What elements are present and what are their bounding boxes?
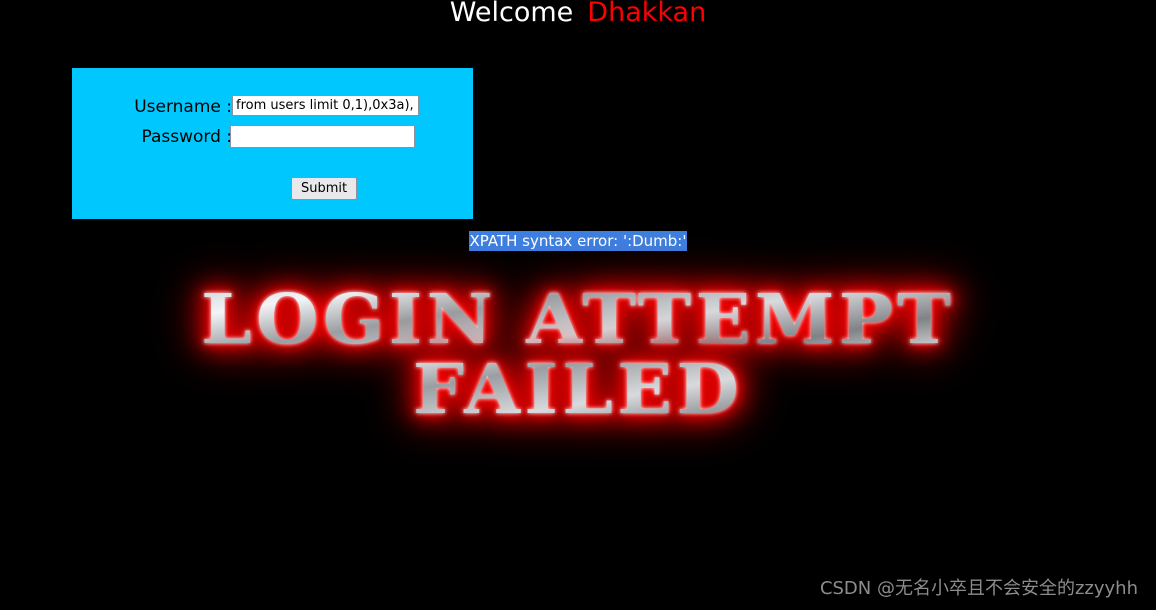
banner-line-1: LOGIN ATTEMPT	[0, 282, 1156, 358]
error-message-row: XPATH syntax error: ':Dumb:'	[0, 230, 1156, 252]
submit-button[interactable]: Submit	[291, 177, 358, 200]
welcome-text: Welcome	[449, 0, 574, 28]
password-label: Password :	[141, 127, 232, 147]
username-label: Username :	[134, 97, 232, 117]
password-row: Password :	[72, 125, 473, 149]
login-panel: Username : Password : Submit	[72, 68, 473, 219]
password-input[interactable]	[230, 125, 415, 148]
watermark: CSDN @无名小卒且不会安全的zzyyhh	[819, 578, 1138, 599]
page-header: Welcome Dhakkan	[0, 0, 1156, 30]
username-input[interactable]	[232, 95, 419, 116]
xpath-error-message: XPATH syntax error: ':Dumb:'	[469, 231, 687, 251]
login-failed-banner: LOGIN ATTEMPT FAILED	[0, 282, 1156, 428]
username-text: Dhakkan	[587, 0, 707, 28]
banner-line-2: FAILED	[0, 352, 1156, 428]
username-row: Username :	[72, 95, 473, 119]
